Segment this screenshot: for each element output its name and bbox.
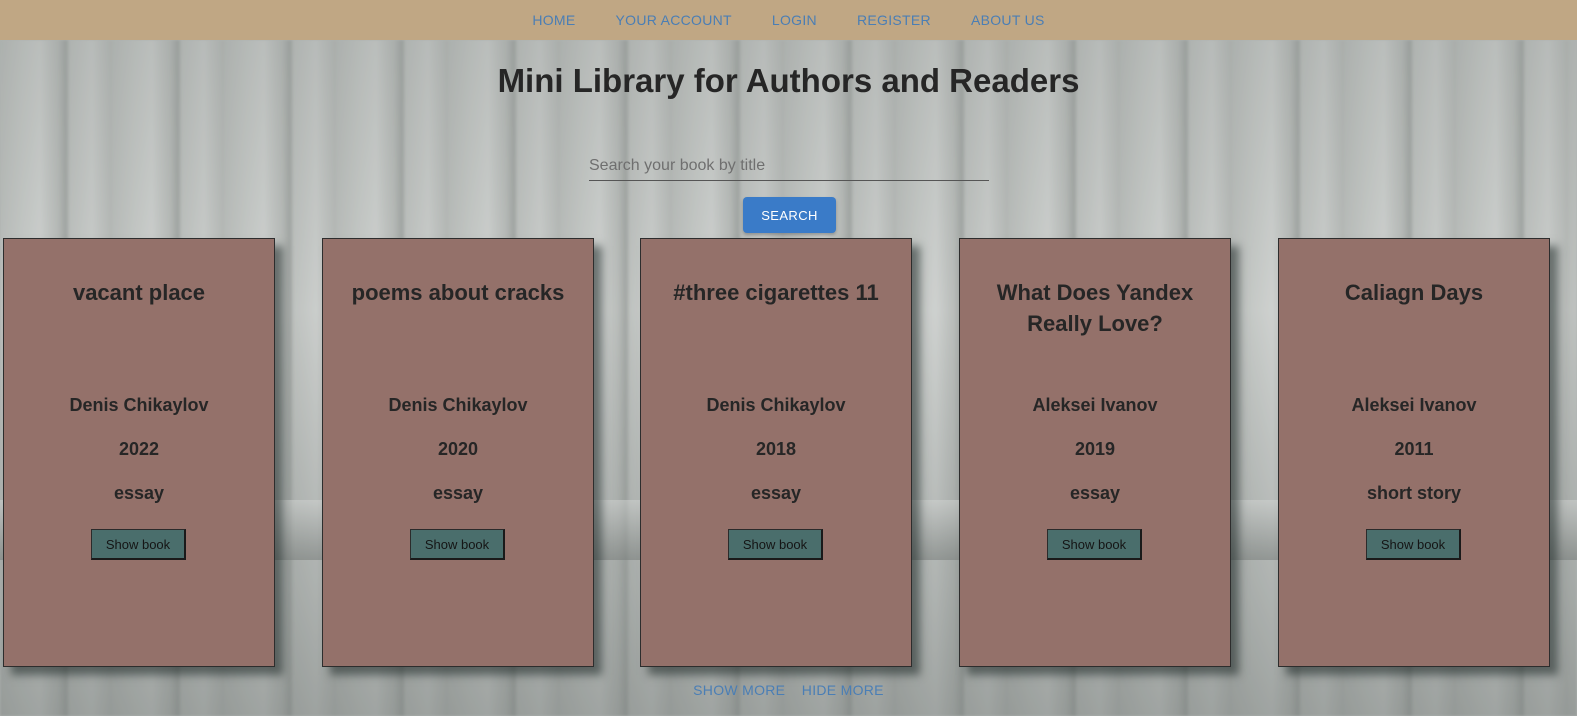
book-author: Denis Chikaylov <box>706 395 846 415</box>
show-book-button[interactable]: Show book <box>410 529 505 560</box>
book-genre: essay <box>432 483 484 503</box>
hide-more-link[interactable]: HIDE MORE <box>802 682 884 698</box>
book-cards-row: vacant place Denis Chikaylov 2022 essay … <box>3 238 1558 668</box>
search-input[interactable] <box>589 152 989 181</box>
book-card: #three cigarettes 11 Denis Chikaylov 201… <box>640 238 912 667</box>
top-navbar: HOME YOUR ACCOUNT LOGIN REGISTER ABOUT U… <box>0 0 1577 40</box>
book-genre: short story <box>1366 483 1462 503</box>
show-book-button[interactable]: Show book <box>728 529 823 560</box>
show-book-button[interactable]: Show book <box>1047 529 1142 560</box>
book-year: 2022 <box>118 439 160 459</box>
nav-login-link[interactable]: LOGIN <box>752 12 837 28</box>
book-author: Aleksei Ivanov <box>1351 395 1477 415</box>
pagination-links: SHOW MORE HIDE MORE <box>0 682 1577 700</box>
book-author: Denis Chikaylov <box>69 395 209 415</box>
show-book-button[interactable]: Show book <box>91 529 186 560</box>
book-card: What Does Yandex Really Love? Aleksei Iv… <box>959 238 1231 667</box>
show-book-button[interactable]: Show book <box>1366 529 1461 560</box>
book-author: Denis Chikaylov <box>388 395 528 415</box>
page-title: Mini Library for Authors and Readers <box>497 62 1080 99</box>
nav-home-link[interactable]: HOME <box>512 12 595 28</box>
book-title: #three cigarettes 11 <box>673 280 879 305</box>
book-title: poems about cracks <box>351 280 565 305</box>
book-title: What Does Yandex Really Love? <box>996 280 1194 336</box>
book-genre: essay <box>750 483 802 503</box>
nav-register-link[interactable]: REGISTER <box>837 12 951 28</box>
book-year: 2018 <box>755 439 797 459</box>
book-year: 2019 <box>1074 439 1116 459</box>
book-card: vacant place Denis Chikaylov 2022 essay … <box>3 238 275 667</box>
book-year: 2020 <box>437 439 479 459</box>
book-year: 2011 <box>1394 439 1434 459</box>
book-genre: essay <box>113 483 165 503</box>
nav-your-account-link[interactable]: YOUR ACCOUNT <box>596 12 752 28</box>
show-more-link[interactable]: SHOW MORE <box>693 682 785 698</box>
nav-about-us-link[interactable]: ABOUT US <box>951 12 1065 28</box>
book-title: vacant place <box>72 280 206 305</box>
book-card: Caliagn Days Aleksei Ivanov 2011 short s… <box>1278 238 1550 667</box>
book-author: Aleksei Ivanov <box>1032 395 1158 415</box>
book-title: Caliagn Days <box>1344 280 1484 305</box>
book-card: poems about cracks Denis Chikaylov 2020 … <box>322 238 594 667</box>
search-button[interactable]: SEARCH <box>743 197 836 233</box>
book-genre: essay <box>1069 483 1121 503</box>
